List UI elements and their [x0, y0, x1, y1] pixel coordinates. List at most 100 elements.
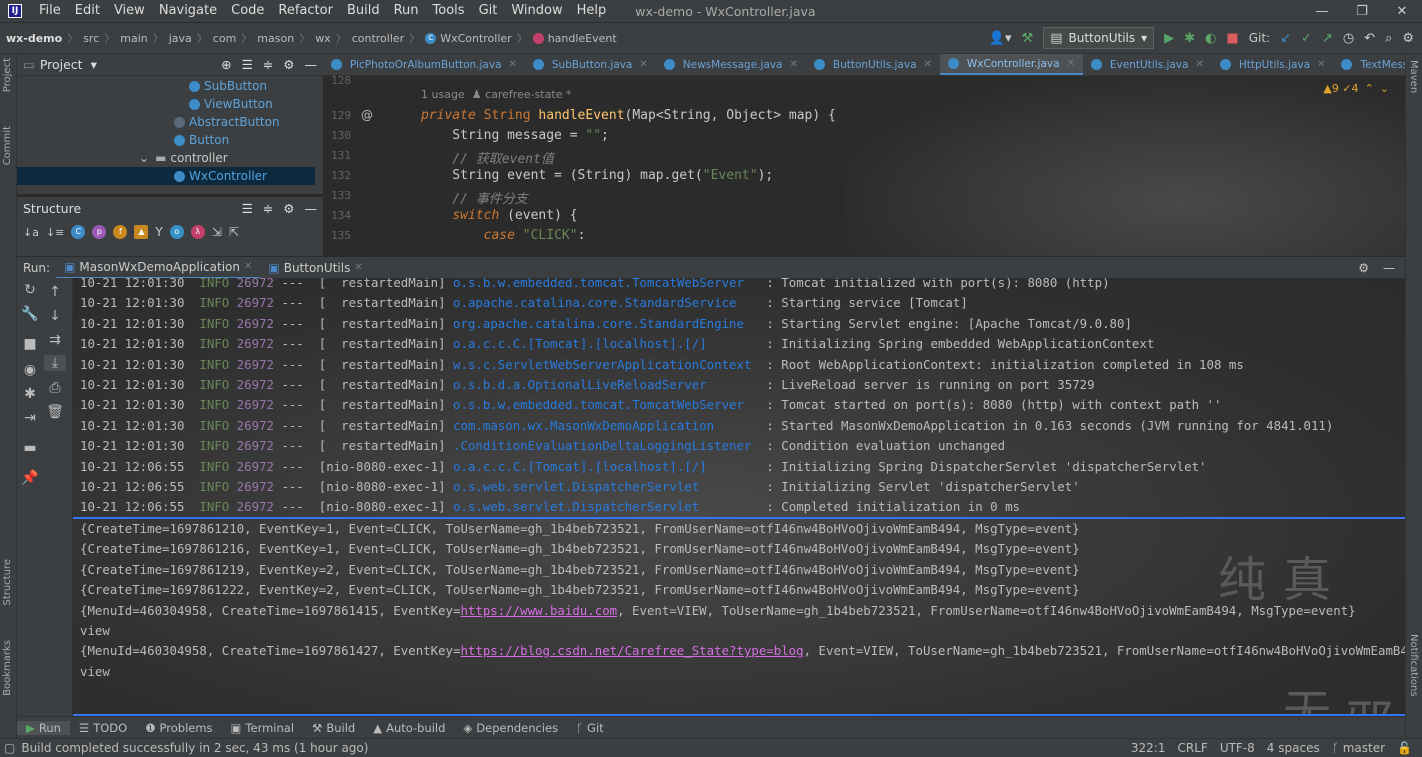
log-logger[interactable]: .ConditionEvaluationDeltaLoggingListener — [453, 438, 759, 453]
log-logger[interactable]: o.s.web.servlet.DispatcherServlet — [453, 479, 759, 494]
caret-position[interactable]: 322:1 — [1131, 741, 1166, 755]
breadcrumb-com[interactable]: com — [213, 32, 237, 45]
code-line[interactable]: case "CLICK": — [421, 228, 586, 243]
user-icon[interactable]: 👤▾ — [989, 31, 1012, 46]
tab-wxcontroller[interactable]: WxController.java ✕ — [939, 54, 1083, 75]
breadcrumb-controller[interactable]: controller — [352, 32, 404, 45]
indent-setting[interactable]: 4 spaces — [1267, 741, 1320, 755]
menu-help[interactable]: Help — [570, 0, 614, 22]
code-line[interactable]: String event = (String) map.get("Event")… — [421, 168, 773, 183]
autoscroll-from-source-icon[interactable]: ⇱ — [229, 225, 239, 239]
collapse-icon[interactable]: ☰ — [242, 201, 253, 216]
close-icon[interactable]: ✕ — [1382, 4, 1422, 19]
exit-icon[interactable]: ⇥ — [19, 410, 41, 426]
tool-tab-git[interactable]: ᚴ Git — [567, 721, 613, 735]
tool-tab-todo[interactable]: ☰ TODO — [70, 721, 136, 735]
status-message[interactable]: Build completed successfully in 2 sec, 4… — [21, 741, 368, 755]
menu-window[interactable]: Window — [504, 0, 569, 22]
menu-edit[interactable]: Edit — [68, 0, 107, 22]
lock-icon[interactable]: 🔓 — [1397, 741, 1412, 755]
log-logger[interactable]: o.a.c.c.C.[Tomcat].[localhost].[/] — [453, 459, 759, 474]
tab-buttonutils[interactable]: ButtonUtils.java ✕ — [806, 54, 940, 75]
sort-alpha-icon[interactable]: ↓a — [23, 226, 39, 239]
log-logger[interactable]: w.s.c.ServletWebServerApplicationContext — [453, 357, 759, 372]
code-line[interactable]: // 获取event值 — [421, 148, 554, 167]
run-tab-masonwxdemoapplication[interactable]: ▣ MasonWxDemoApplication ✕ — [56, 257, 261, 279]
code-line[interactable]: switch (event) { — [421, 208, 577, 223]
close-icon[interactable]: ✕ — [1195, 59, 1203, 70]
show-classes-icon[interactable]: C — [71, 225, 86, 239]
menu-file[interactable]: File — [32, 0, 68, 22]
breadcrumb-project[interactable]: wx-demo — [6, 32, 62, 45]
sort-visibility-icon[interactable]: ↓≡ — [46, 226, 64, 239]
close-icon[interactable]: ✕ — [1067, 58, 1075, 69]
sidebar-structure-label[interactable]: Structure — [2, 559, 13, 606]
collapse-icon[interactable]: ☰ — [242, 57, 253, 72]
sidebar-notifications-label[interactable]: Notifications — [1408, 634, 1419, 697]
override-marker-icon[interactable]: @ — [361, 108, 373, 122]
scroll-down-icon[interactable]: ↓ — [44, 308, 66, 324]
expand-icon[interactable]: ≑ — [263, 201, 273, 216]
show-nonpublic-icon[interactable]: ▲ — [134, 225, 149, 239]
status-panel-icon[interactable]: ▢ — [4, 741, 15, 755]
tool-tab-auto-build[interactable]: ▲ Auto-build — [364, 721, 454, 735]
menu-view[interactable]: View — [107, 0, 152, 22]
stop-icon[interactable]: ■ — [1226, 31, 1238, 46]
file-encoding[interactable]: UTF-8 — [1220, 741, 1255, 755]
maximize-icon[interactable]: ❐ — [1342, 4, 1382, 19]
minimize-icon[interactable]: — — [1302, 4, 1342, 19]
author-hint[interactable]: carefree-state * — [485, 88, 571, 101]
trash-icon[interactable]: 🗑 — [44, 404, 66, 420]
breadcrumb-src[interactable]: src — [83, 32, 99, 45]
debug-icon[interactable]: ✱ — [1184, 31, 1195, 46]
close-icon[interactable]: ✕ — [354, 262, 362, 273]
menu-navigate[interactable]: Navigate — [152, 0, 224, 22]
hide-icon[interactable]: — — [1383, 261, 1395, 275]
chevron-up-icon[interactable]: ⌃ — [1365, 82, 1374, 95]
scroll-up-icon[interactable]: ↑ — [44, 284, 66, 300]
tree-item-abstractbutton[interactable]: AbstractButton — [174, 113, 280, 131]
tree-item-wxcontroller[interactable]: WxController — [17, 167, 315, 185]
menu-tools[interactable]: Tools — [426, 0, 472, 22]
log-logger[interactable]: o.s.b.w.embedded.tomcat.TomcatWebServer — [453, 397, 759, 412]
run-icon[interactable]: ▶ — [1164, 31, 1174, 46]
breadcrumb-class[interactable]: WxController — [440, 32, 512, 45]
usage-hint[interactable]: 1 usage — [421, 88, 465, 101]
coverage-icon[interactable]: ◐ — [1205, 31, 1216, 46]
breadcrumb-wx[interactable]: wx — [315, 32, 331, 45]
tree-item-controller[interactable]: ⌄ ▬ controller — [139, 149, 228, 167]
tool-tab-run[interactable]: ▶ Run — [17, 720, 70, 735]
breadcrumb-method[interactable]: handleEvent — [548, 32, 617, 45]
sidebar-commit-label[interactable]: Commit — [2, 126, 13, 165]
breadcrumb-main[interactable]: main — [120, 32, 147, 45]
line-separator[interactable]: CRLF — [1178, 741, 1208, 755]
rerun-icon[interactable]: ↻ — [19, 282, 41, 298]
breadcrumb-mason[interactable]: mason — [257, 32, 294, 45]
code-line[interactable]: private String handleEvent(Map<String, O… — [421, 108, 836, 123]
tab-eventutils[interactable]: EventUtils.java ✕ — [1083, 54, 1212, 75]
rollback-icon[interactable]: ↶ — [1364, 31, 1375, 46]
history-icon[interactable]: ◷ — [1343, 31, 1354, 46]
code-editor[interactable]: PicPhotoOrAlbumButton.java ✕ SubButton.ja… — [323, 54, 1405, 256]
close-icon[interactable]: ✕ — [924, 59, 932, 70]
log-logger[interactable]: o.apache.catalina.core.StandardService — [453, 295, 759, 310]
hide-icon[interactable]: — — [305, 201, 318, 216]
soft-wrap-icon[interactable]: ⇉ — [44, 332, 66, 348]
settings-icon[interactable]: ⚙ — [1402, 31, 1414, 46]
show-properties-icon[interactable]: p — [92, 225, 107, 239]
git-branch-widget[interactable]: ᚴ master — [1332, 741, 1385, 755]
close-icon[interactable]: ✕ — [790, 59, 798, 70]
tab-httputils[interactable]: HttpUtils.java ✕ — [1212, 54, 1334, 75]
sidebar-maven-label[interactable]: Maven — [1408, 60, 1419, 93]
chevron-down-icon[interactable]: ⌄ — [1380, 82, 1389, 95]
menu-build[interactable]: Build — [340, 0, 387, 22]
menu-run[interactable]: Run — [387, 0, 426, 22]
show-fields-icon[interactable]: f — [113, 225, 128, 239]
project-title[interactable]: Project — [40, 57, 83, 72]
menu-git[interactable]: Git — [472, 0, 505, 22]
show-anonymous-icon[interactable]: λ — [190, 225, 205, 239]
menu-code[interactable]: Code — [224, 0, 271, 22]
print-icon[interactable]: ⎙ — [44, 380, 66, 396]
filter-icon[interactable]: Y — [155, 225, 162, 239]
log-logger[interactable]: o.s.web.servlet.DispatcherServlet — [453, 499, 759, 514]
